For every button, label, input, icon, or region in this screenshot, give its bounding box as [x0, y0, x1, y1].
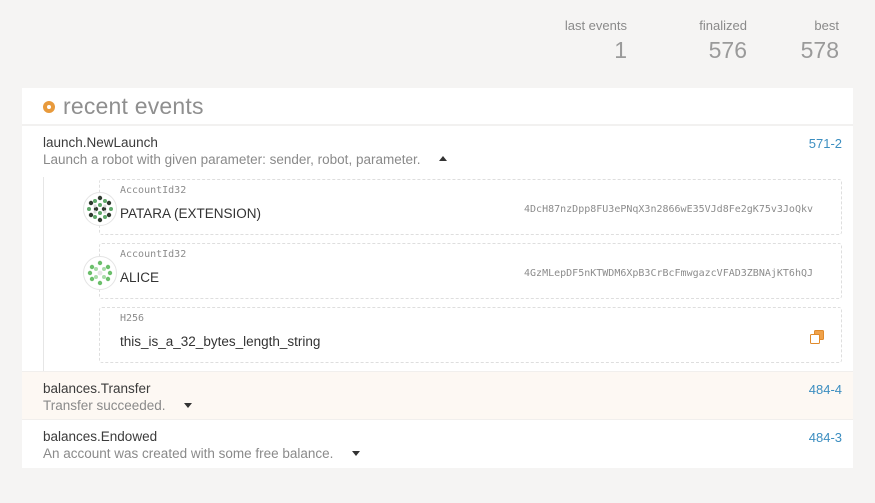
event-block-link[interactable]: 571-2	[809, 136, 842, 151]
finalized-value: 576	[708, 37, 747, 63]
summary-best: best 578	[759, 18, 839, 66]
best-value: 578	[800, 37, 839, 63]
event-description: Launch a robot with given parameter: sen…	[43, 152, 421, 167]
event-name: balances.Endowed	[43, 429, 158, 444]
summary-last-events: last events 1	[561, 18, 627, 66]
param-account-name: PATARA (EXTENSION)	[120, 206, 262, 221]
copy-icon[interactable]	[810, 330, 824, 344]
finalized-label: finalized	[699, 18, 747, 33]
identicon-icon[interactable]	[83, 192, 117, 226]
last-events-value: 1	[614, 37, 627, 63]
param-account: AccountId32 PATARA (EXTENSION) 4DcH87nzD…	[83, 179, 842, 235]
event-row-balances-endowed[interactable]: balances.Endowed An account was created …	[22, 420, 853, 468]
best-label: best	[814, 18, 839, 33]
last-events-label: last events	[564, 18, 627, 33]
event-params: AccountId32 PATARA (EXTENSION) 4DcH87nzD…	[43, 177, 842, 371]
identicon-icon[interactable]	[83, 256, 117, 290]
expand-caret-icon[interactable]	[184, 403, 193, 409]
event-description: Transfer succeeded.	[43, 398, 166, 413]
chain-summary: last events 1 finalized 576 best 578	[561, 18, 839, 66]
expand-caret-icon[interactable]	[351, 451, 360, 457]
event-block-link[interactable]: 484-3	[809, 430, 842, 445]
orange-dot-icon	[43, 101, 55, 113]
param-type-label: H256	[120, 313, 145, 324]
event-row-balances-transfer[interactable]: balances.Transfer Transfer succeeded. 48…	[22, 372, 853, 420]
event-name: balances.Transfer	[43, 381, 151, 396]
param-account: AccountId32 ALICE 4GzMLepDF5nKTWDM6XpB3C…	[83, 243, 842, 299]
param-account-name: ALICE	[120, 270, 160, 285]
param-type-label: AccountId32	[120, 185, 187, 196]
param-hash-value: this_is_a_32_bytes_length_string	[120, 334, 321, 349]
param-account-address[interactable]: 4GzMLepDF5nKTWDM6XpB3CrBcFmwgazcVFAD3ZBN…	[524, 268, 813, 279]
param-type-label: AccountId32	[120, 249, 187, 260]
param-hash: H256 this_is_a_32_bytes_length_string	[99, 307, 842, 363]
param-account-address[interactable]: 4DcH87nzDpp8FU3ePNqX3n2866wE35VJd8Fe2gK7…	[524, 204, 813, 215]
collapse-caret-icon[interactable]	[438, 155, 447, 161]
summary-finalized: finalized 576	[647, 18, 747, 66]
card-header: recent events	[22, 88, 853, 126]
event-name: launch.NewLaunch	[43, 135, 158, 150]
event-block-link[interactable]: 484-4	[809, 382, 842, 397]
recent-events-card: recent events launch.NewLaunch Launch a …	[22, 88, 853, 468]
card-title: recent events	[63, 92, 204, 119]
event-row-launch-newlaunch[interactable]: launch.NewLaunch Launch a robot with giv…	[22, 126, 853, 372]
event-description: An account was created with some free ba…	[43, 446, 334, 461]
